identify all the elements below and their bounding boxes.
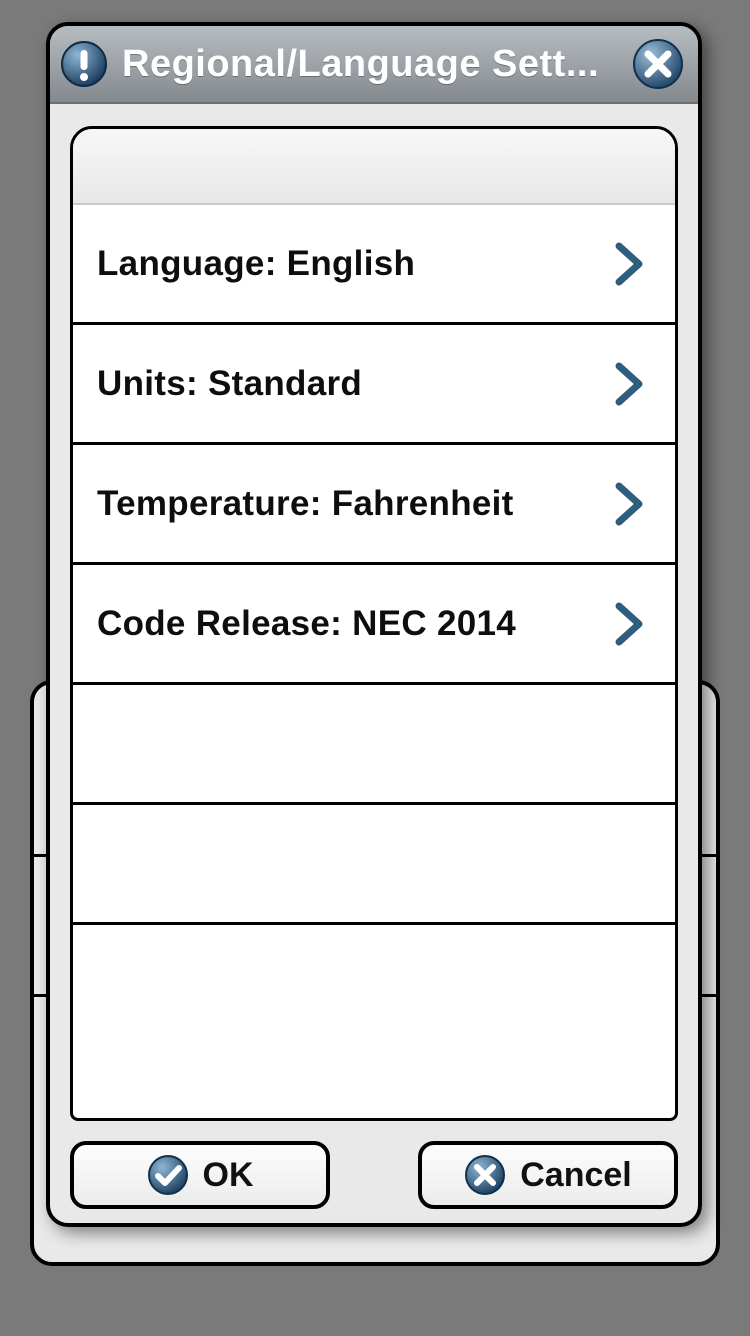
dialog-title: Regional/Language Sett... [122, 43, 618, 86]
row-label: Code Release: NEC 2014 [97, 604, 613, 644]
row-label: Units: Standard [97, 364, 613, 404]
ok-button-label: OK [203, 1156, 254, 1195]
settings-list: Language: English Units: Standard Temper… [70, 126, 678, 1121]
alert-icon [60, 40, 108, 88]
cancel-button[interactable]: Cancel [418, 1141, 678, 1209]
row-label: Language: English [97, 244, 613, 284]
regional-language-settings-dialog: Regional/Language Sett... Language: Engl… [46, 22, 702, 1227]
dialog-body: Language: English Units: Standard Temper… [50, 104, 698, 1131]
list-header [73, 129, 675, 205]
close-button[interactable] [632, 38, 684, 90]
cancel-button-label: Cancel [520, 1156, 632, 1195]
titlebar: Regional/Language Sett... [50, 26, 698, 104]
row-empty [73, 925, 675, 1045]
row-temperature[interactable]: Temperature: Fahrenheit [73, 445, 675, 565]
chevron-right-icon [613, 480, 645, 528]
rows-container: Language: English Units: Standard Temper… [73, 205, 675, 1118]
x-circle-icon [464, 1154, 506, 1196]
ok-button[interactable]: OK [70, 1141, 330, 1209]
chevron-right-icon [613, 240, 645, 288]
chevron-right-icon [613, 600, 645, 648]
row-empty [73, 685, 675, 805]
row-label: Temperature: Fahrenheit [97, 484, 613, 524]
check-circle-icon [147, 1154, 189, 1196]
button-bar: OK Cancel [50, 1131, 698, 1223]
row-code-release[interactable]: Code Release: NEC 2014 [73, 565, 675, 685]
row-language[interactable]: Language: English [73, 205, 675, 325]
chevron-right-icon [613, 360, 645, 408]
row-empty [73, 805, 675, 925]
row-units[interactable]: Units: Standard [73, 325, 675, 445]
